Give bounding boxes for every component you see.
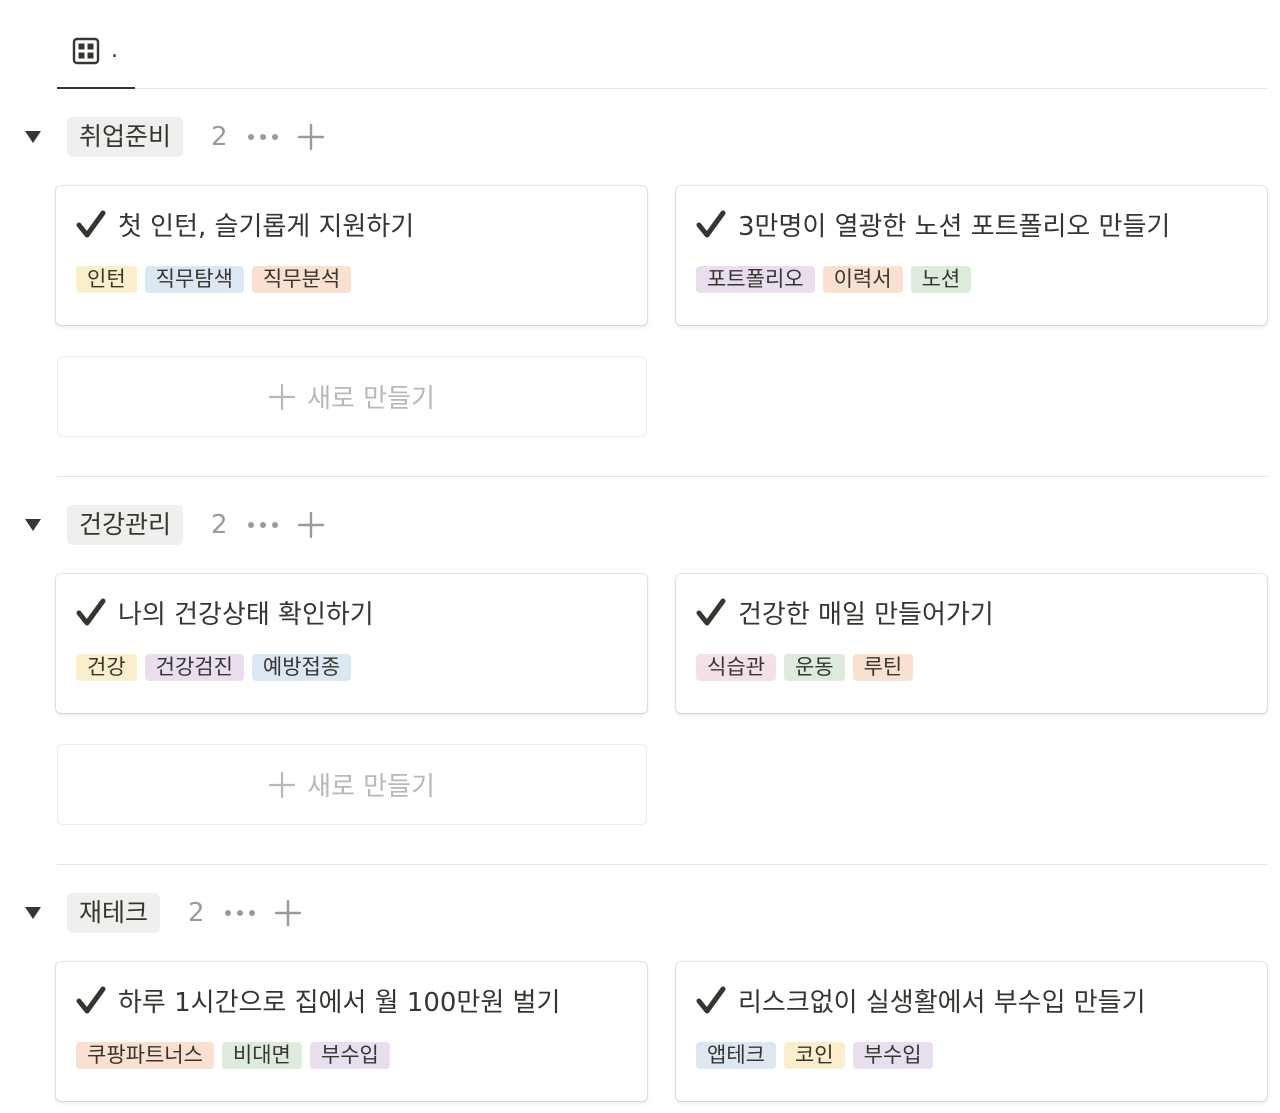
- group-header: 건강관리 2: [20, 505, 325, 545]
- tag: 쿠팡파트너스: [76, 1042, 214, 1069]
- board-card[interactable]: 리스크없이 실생활에서 부수입 만들기 앱테크 코인 부수입: [676, 962, 1267, 1101]
- collapse-triangle-icon[interactable]: [20, 124, 46, 150]
- tag: 루틴: [852, 654, 914, 681]
- add-icon[interactable]: [297, 511, 325, 539]
- collapse-triangle-icon[interactable]: [20, 512, 46, 538]
- new-item-label: 새로 만들기: [307, 772, 435, 802]
- view-tab-table[interactable]: .: [57, 30, 135, 89]
- card-title: 건강한 매일 만들어가기: [738, 599, 994, 630]
- more-options-icon[interactable]: [247, 125, 279, 149]
- board-card[interactable]: 3만명이 열광한 노션 포트폴리오 만들기 포트폴리오 이력서 노션: [676, 186, 1267, 325]
- table-icon: [71, 36, 101, 70]
- plus-icon: [269, 383, 296, 410]
- tag: 운동: [783, 654, 845, 681]
- tag: 예방접종: [251, 654, 352, 681]
- checkmark-icon: [696, 598, 726, 626]
- add-icon[interactable]: [297, 123, 325, 151]
- checkmark-icon: [76, 986, 106, 1014]
- checkmark-icon: [76, 598, 106, 626]
- card-title: 나의 건강상태 확인하기: [118, 599, 374, 630]
- more-options-icon[interactable]: [247, 513, 279, 537]
- tag: 직무분석: [251, 266, 352, 293]
- group-divider: [57, 864, 1267, 865]
- tag: 이력서: [822, 266, 903, 293]
- group-header: 재테크 2: [20, 893, 302, 933]
- group-count: 2: [188, 898, 205, 928]
- new-item-label: 새로 만들기: [307, 384, 435, 414]
- tag: 앱테크: [696, 1042, 776, 1069]
- group-name[interactable]: 재테크: [67, 893, 161, 933]
- plus-icon: [269, 771, 296, 798]
- group-name[interactable]: 취업준비: [67, 117, 184, 157]
- more-options-icon[interactable]: [224, 901, 256, 925]
- card-title: 하루 1시간으로 집에서 월 100만원 벌기: [118, 987, 561, 1018]
- new-item-button[interactable]: 새로 만들기: [58, 745, 646, 824]
- tab-divider: [135, 88, 1267, 89]
- card-title: 3만명이 열광한 노션 포트폴리오 만들기: [738, 211, 1171, 242]
- card-title: 리스크없이 실생활에서 부수입 만들기: [738, 987, 1146, 1018]
- board-card[interactable]: 첫 인턴, 슬기롭게 지원하기 인턴 직무탐색 직무분석: [56, 186, 647, 325]
- board-card[interactable]: 하루 1시간으로 집에서 월 100만원 벌기 쿠팡파트너스 비대면 부수입: [56, 962, 647, 1101]
- tag: 건강: [76, 654, 137, 681]
- group-count: 2: [211, 510, 228, 540]
- tag: 코인: [783, 1042, 845, 1069]
- tag: 식습관: [696, 654, 776, 681]
- tag: 부수입: [309, 1042, 390, 1069]
- board-card[interactable]: 나의 건강상태 확인하기 건강 건강검진 예방접종: [56, 574, 647, 713]
- group-header: 취업준비 2: [20, 117, 325, 157]
- collapse-triangle-icon[interactable]: [20, 900, 46, 926]
- checkmark-icon: [696, 986, 726, 1014]
- group-name[interactable]: 건강관리: [67, 505, 184, 545]
- card-title: 첫 인턴, 슬기롭게 지원하기: [118, 211, 415, 242]
- add-icon[interactable]: [274, 899, 302, 927]
- tag: 포트폴리오: [696, 266, 815, 293]
- group-divider: [57, 476, 1267, 477]
- board-card[interactable]: 건강한 매일 만들어가기 식습관 운동 루틴: [676, 574, 1267, 713]
- tag: 부수입: [852, 1042, 933, 1069]
- checkmark-icon: [696, 210, 726, 238]
- new-item-button[interactable]: 새로 만들기: [58, 357, 646, 436]
- tag: 노션: [910, 266, 972, 293]
- view-tab-label: .: [111, 38, 118, 63]
- tag: 인턴: [76, 266, 137, 293]
- group-count: 2: [211, 122, 228, 152]
- checkmark-icon: [76, 210, 106, 238]
- tag: 직무탐색: [144, 266, 244, 293]
- tag: 비대면: [221, 1042, 302, 1069]
- tag: 건강검진: [144, 654, 244, 681]
